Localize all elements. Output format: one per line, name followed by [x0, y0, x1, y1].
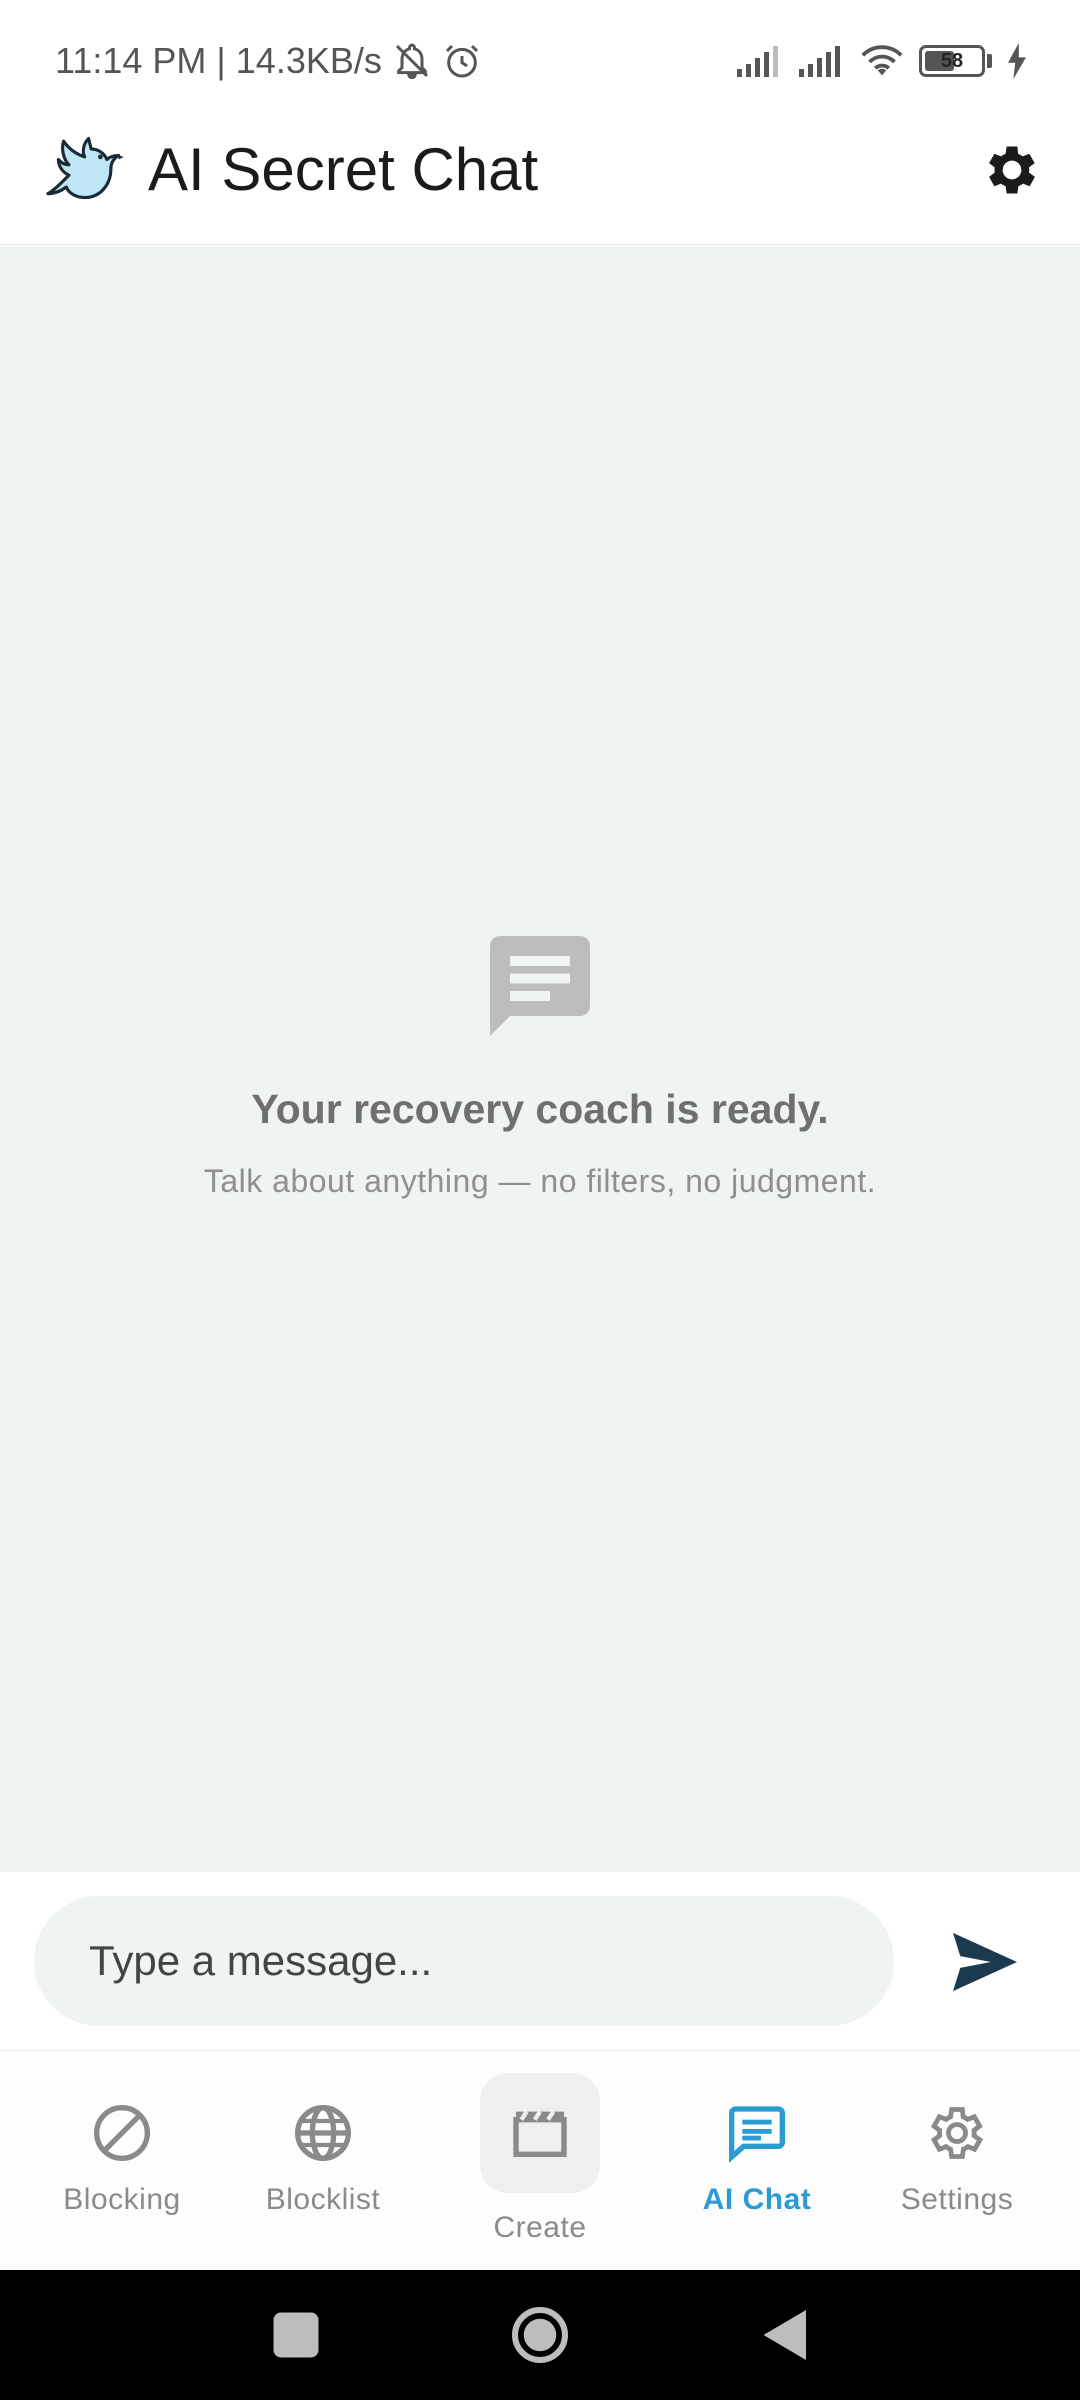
chat-bubble-icon: [490, 936, 590, 1036]
gear-icon[interactable]: [980, 138, 1044, 202]
battery-indicator: 58: [919, 45, 985, 77]
gear-icon: [930, 2107, 984, 2159]
block-icon: [94, 2105, 150, 2161]
nav-label: Settings: [900, 2183, 1014, 2216]
back-icon[interactable]: [756, 2305, 816, 2365]
globe-icon: [295, 2105, 351, 2161]
home-icon[interactable]: [510, 2305, 570, 2365]
status-time-speed: 11:14 PM | 14.3KB/s: [55, 40, 382, 81]
nav-label: Create: [493, 2211, 587, 2244]
status-bar: 11:14 PM | 14.3KB/s 58: [0, 0, 1080, 120]
wifi-icon: [861, 45, 903, 76]
empty-state-subtitle: Talk about anything — no filters, no jud…: [203, 1163, 877, 1199]
nav-label: AI Chat: [702, 2183, 812, 2216]
send-icon: [953, 1932, 1017, 1992]
send-button[interactable]: [950, 1930, 1020, 1994]
empty-state: Your recovery coach is ready. Talk about…: [0, 926, 1080, 1200]
charging-icon: [1008, 43, 1026, 79]
app-bar: AI Secret Chat: [0, 120, 1080, 245]
nav-label: Blocking: [63, 2183, 181, 2216]
nav-item-blocking[interactable]: Blocking: [22, 2051, 222, 2271]
signal-icon: [799, 46, 840, 77]
bell-off-icon: [395, 43, 428, 80]
signal-icon: [737, 46, 778, 77]
clapperboard-icon: [513, 2110, 567, 2157]
nav-item-create[interactable]: Create: [440, 2051, 640, 2271]
nav-item-settings[interactable]: Settings: [857, 2051, 1057, 2271]
chat-bubble-icon: [729, 2106, 785, 2163]
recents-icon[interactable]: [266, 2305, 326, 2365]
empty-state-title: Your recovery coach is ready.: [251, 1086, 829, 1132]
message-input[interactable]: [34, 1896, 894, 2026]
dove-icon: [46, 136, 124, 200]
alarm-icon: [445, 44, 478, 78]
system-navigation-bar: [0, 2270, 1080, 2400]
battery-level: 58: [940, 49, 964, 72]
nav-label: Blocklist: [265, 2183, 381, 2216]
app-title: AI Secret Chat: [148, 136, 539, 203]
chat-area: Your recovery coach is ready. Talk about…: [0, 246, 1080, 1872]
bottom-navigation: Blocking Blocklist Create AI Chat Settin…: [0, 2050, 1080, 2270]
nav-item-blocklist[interactable]: Blocklist: [223, 2051, 423, 2271]
composer-bar: [0, 1872, 1080, 2050]
nav-item-ai-chat[interactable]: AI Chat: [657, 2051, 857, 2271]
